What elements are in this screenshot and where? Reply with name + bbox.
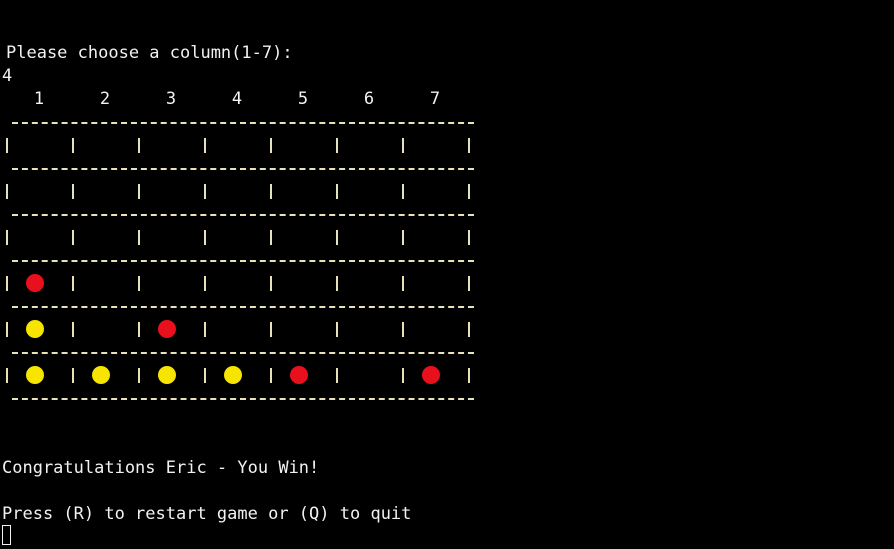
column-divider bbox=[468, 230, 470, 245]
column-divider bbox=[72, 138, 74, 153]
column-divider bbox=[402, 322, 404, 337]
terminal-window[interactable]: Please choose a column(1-7): 4 1 2 3 4 5 6 7 C… bbox=[0, 0, 894, 549]
column-divider bbox=[468, 184, 470, 199]
column-divider bbox=[6, 322, 8, 337]
win-message: Congratulations Eric - You Win! bbox=[2, 458, 320, 478]
column-label-2: 2 bbox=[99, 89, 111, 109]
column-divider bbox=[72, 322, 74, 337]
restart-instructions: Press (R) to restart game or (Q) to quit bbox=[2, 504, 412, 524]
column-divider bbox=[402, 230, 404, 245]
column-divider bbox=[138, 184, 140, 199]
column-divider bbox=[72, 230, 74, 245]
column-divider bbox=[72, 276, 74, 291]
column-divider bbox=[138, 276, 140, 291]
column-label-6: 6 bbox=[363, 89, 375, 109]
column-divider bbox=[402, 368, 404, 383]
column-divider bbox=[336, 276, 338, 291]
column-divider bbox=[270, 322, 272, 337]
red-disc bbox=[290, 366, 308, 384]
yellow-disc bbox=[158, 366, 176, 384]
column-divider bbox=[270, 184, 272, 199]
column-divider bbox=[204, 368, 206, 383]
column-divider bbox=[138, 230, 140, 245]
column-divider bbox=[402, 184, 404, 199]
red-disc bbox=[422, 366, 440, 384]
column-divider bbox=[72, 184, 74, 199]
column-divider bbox=[138, 368, 140, 383]
row-divider bbox=[12, 168, 474, 170]
row-divider bbox=[12, 122, 474, 124]
row-divider bbox=[12, 260, 474, 262]
column-divider bbox=[6, 138, 8, 153]
column-divider bbox=[6, 368, 8, 383]
column-divider bbox=[468, 276, 470, 291]
column-divider bbox=[402, 138, 404, 153]
yellow-disc bbox=[26, 366, 44, 384]
column-divider bbox=[270, 368, 272, 383]
row-divider bbox=[12, 214, 474, 216]
column-divider bbox=[6, 184, 8, 199]
column-label-3: 3 bbox=[165, 89, 177, 109]
column-divider bbox=[6, 276, 8, 291]
column-divider bbox=[138, 138, 140, 153]
text-cursor[interactable] bbox=[2, 525, 11, 545]
column-divider bbox=[336, 322, 338, 337]
column-divider bbox=[72, 368, 74, 383]
row-divider bbox=[12, 306, 474, 308]
yellow-disc bbox=[26, 320, 44, 338]
column-divider bbox=[402, 276, 404, 291]
column-prompt: Please choose a column(1-7): bbox=[6, 43, 293, 63]
column-divider bbox=[204, 230, 206, 245]
column-divider bbox=[138, 322, 140, 337]
yellow-disc bbox=[224, 366, 242, 384]
yellow-disc bbox=[92, 366, 110, 384]
column-divider bbox=[270, 230, 272, 245]
user-input-echo: 4 bbox=[2, 66, 13, 86]
column-divider bbox=[270, 276, 272, 291]
column-divider bbox=[336, 230, 338, 245]
column-divider bbox=[204, 184, 206, 199]
row-divider bbox=[12, 352, 474, 354]
column-divider bbox=[468, 138, 470, 153]
row-divider bbox=[12, 398, 474, 400]
column-label-7: 7 bbox=[429, 89, 441, 109]
column-divider bbox=[468, 368, 470, 383]
column-divider bbox=[336, 368, 338, 383]
column-label-5: 5 bbox=[297, 89, 309, 109]
column-divider bbox=[468, 322, 470, 337]
column-label-4: 4 bbox=[231, 89, 243, 109]
column-divider bbox=[336, 184, 338, 199]
column-divider bbox=[6, 230, 8, 245]
column-divider bbox=[336, 138, 338, 153]
column-divider bbox=[204, 276, 206, 291]
column-label-1: 1 bbox=[33, 89, 45, 109]
column-divider bbox=[204, 322, 206, 337]
column-divider bbox=[270, 138, 272, 153]
red-disc bbox=[26, 274, 44, 292]
red-disc bbox=[158, 320, 176, 338]
column-divider bbox=[204, 138, 206, 153]
